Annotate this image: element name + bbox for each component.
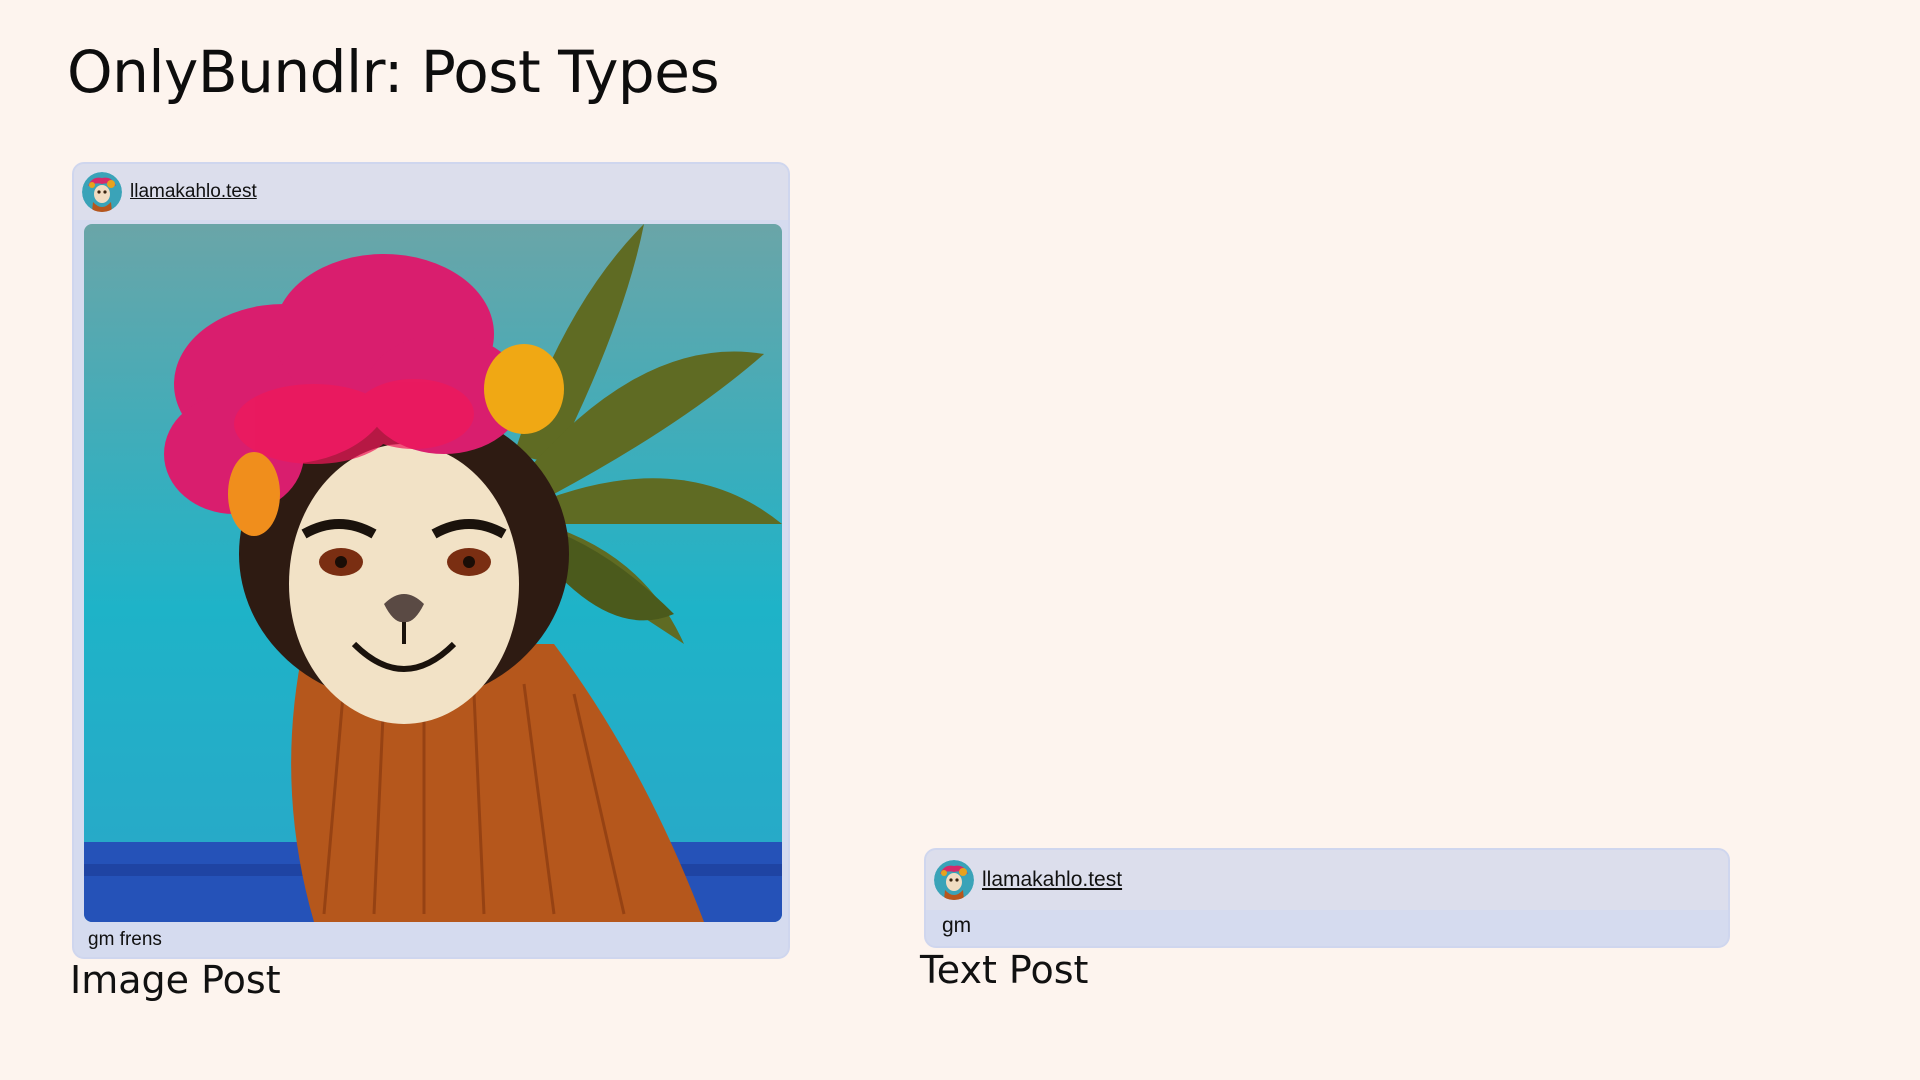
avatar[interactable] <box>82 172 122 212</box>
image-post-card: llamakahlo.test gm frens <box>72 162 790 959</box>
text-post-label: Text Post <box>920 948 1089 992</box>
page: OnlyBundlr: Post Types llamakahlo.test g… <box>0 0 1920 1080</box>
image-post-label: Image Post <box>70 958 281 1002</box>
username-link[interactable]: llamakahlo.test <box>130 181 257 203</box>
page-title: OnlyBundlr: Post Types <box>67 38 720 106</box>
username-link[interactable]: llamakahlo.test <box>982 868 1122 892</box>
post-caption: gm frens <box>88 929 162 950</box>
post-header: llamakahlo.test <box>74 164 788 220</box>
avatar[interactable] <box>934 860 974 900</box>
post-header: llamakahlo.test <box>926 850 1728 910</box>
llama-painting-image <box>84 224 782 922</box>
text-post-card: llamakahlo.test gm <box>924 848 1730 948</box>
post-caption: gm <box>942 914 972 937</box>
